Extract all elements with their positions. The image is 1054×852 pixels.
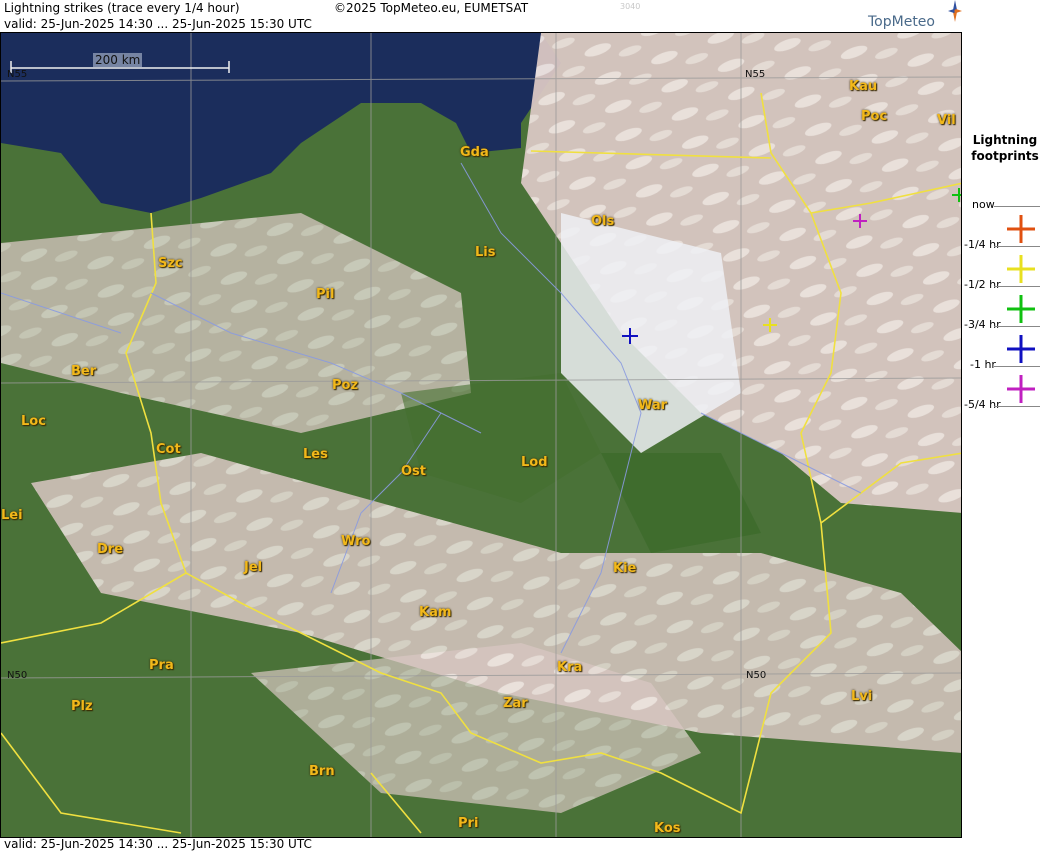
city-kau: Kau xyxy=(849,79,878,94)
logo-text: TopMeteo xyxy=(868,14,935,30)
legend-cross-green xyxy=(1007,295,1035,323)
city-pra: Pra xyxy=(149,658,174,673)
city-lvi: Lvi xyxy=(851,689,873,704)
city-lis: Lis xyxy=(475,245,496,260)
legend-label-five-quarter: -5/4 hr xyxy=(964,398,1001,411)
lat-label-n50-west: N50 xyxy=(7,670,28,681)
lat-label-n55-east: N55 xyxy=(745,69,766,80)
city-les: Les xyxy=(303,447,328,462)
legend-cross-orange xyxy=(1007,215,1035,243)
valid-time-top: valid: 25-Jun-2025 14:30 ... 25-Jun-2025… xyxy=(4,17,312,31)
strike-marker-green xyxy=(952,188,961,202)
city-plz: Plz xyxy=(71,699,93,714)
city-pri: Pri xyxy=(458,816,479,831)
legend-divider xyxy=(994,366,1040,367)
city-ost: Ost xyxy=(401,464,427,479)
lat-label-n55-west: N55 xyxy=(7,69,28,80)
city-lod: Lod xyxy=(521,455,548,470)
city-war: War xyxy=(638,398,668,413)
city-zar: Zar xyxy=(503,696,528,711)
lat-label-n50-east: N50 xyxy=(746,670,767,681)
legend-label-quarter: -1/4 hr xyxy=(964,238,1001,251)
city-poc: Poc xyxy=(861,109,888,124)
legend-divider xyxy=(994,406,1040,407)
city-pil: Pil xyxy=(316,287,335,302)
legend-label-half: -1/2 hr xyxy=(964,278,1001,291)
satellite-map[interactable]: 200 km N55 N55 N50 N50 Gda Kau Poc Vil O… xyxy=(0,32,962,838)
scale-label: 200 km xyxy=(93,53,143,67)
city-cot: Cot xyxy=(156,442,181,457)
frame-counter: 3040 xyxy=(620,2,641,11)
legend-divider xyxy=(994,326,1040,327)
legend-divider xyxy=(994,246,1040,247)
city-ber: Ber xyxy=(71,364,97,379)
legend-label-now: now xyxy=(972,198,995,211)
city-ols: Ols xyxy=(591,214,615,229)
city-wro: Wro xyxy=(341,534,371,549)
strike-marker-magenta xyxy=(853,214,867,228)
lightning-legend: Lightning footprints now -1/4 hr -1/2 hr… xyxy=(962,32,1054,838)
city-dre: Dre xyxy=(97,542,124,557)
strike-marker-blue xyxy=(622,328,638,344)
topmeteo-logo: TopMeteo xyxy=(868,0,962,30)
city-jel: Jel xyxy=(244,560,263,575)
city-kie: Kie xyxy=(613,561,637,576)
legend-cross-magenta xyxy=(1007,375,1035,403)
legend-divider xyxy=(994,206,1040,207)
legend-title: Lightning footprints xyxy=(971,133,1039,163)
legend-cross-yellow xyxy=(1007,255,1035,283)
legend-label-one-hour: -1 hr xyxy=(970,358,996,371)
city-lei: Lei xyxy=(1,508,23,523)
compass-icon xyxy=(948,0,962,22)
city-kos: Kos xyxy=(654,821,681,836)
city-vil: Vil xyxy=(937,113,956,128)
city-brn: Brn xyxy=(309,764,335,779)
city-szc: Szc xyxy=(158,256,183,271)
city-loc: Loc xyxy=(21,414,46,429)
valid-time-bottom: valid: 25-Jun-2025 14:30 ... 25-Jun-2025… xyxy=(4,837,312,851)
legend-cross-blue xyxy=(1007,335,1035,363)
city-kam: Kam xyxy=(419,605,452,620)
map-title: Lightning strikes (trace every 1/4 hour) xyxy=(4,1,240,15)
copyright-notice: ©2025 TopMeteo.eu, EUMETSAT xyxy=(334,1,529,15)
city-poz: Poz xyxy=(332,378,359,393)
city-kra: Kra xyxy=(557,660,583,675)
legend-label-three-quarter: -3/4 hr xyxy=(964,318,1001,331)
strike-marker-yellow xyxy=(763,318,777,332)
city-gda: Gda xyxy=(460,145,489,160)
legend-divider xyxy=(994,286,1040,287)
